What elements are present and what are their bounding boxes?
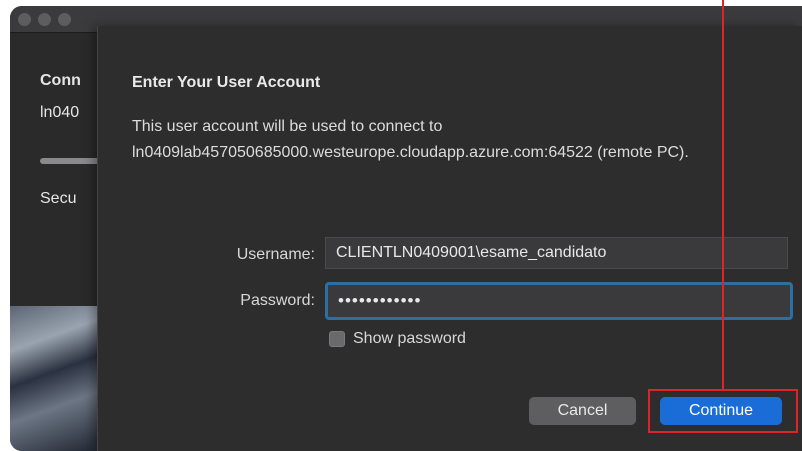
show-password-checkbox[interactable] — [329, 331, 345, 347]
show-password-label: Show password — [353, 330, 466, 347]
close-window-button[interactable] — [18, 13, 31, 26]
username-label: Username: — [236, 246, 315, 263]
show-password-option[interactable]: Show password — [329, 330, 466, 348]
background-host: ln040 — [40, 104, 80, 121]
continue-highlight-box — [648, 389, 798, 433]
background-status: Secu — [40, 190, 77, 207]
annotation-arrow-line — [722, 0, 724, 389]
background-heading: Conn — [40, 72, 81, 89]
credentials-sheet: Enter Your User Account This user accoun… — [97, 26, 802, 451]
dialog-description: This user account will be used to connec… — [132, 118, 689, 161]
minimize-window-button[interactable] — [38, 13, 51, 26]
zoom-window-button[interactable] — [58, 13, 71, 26]
username-field[interactable]: CLIENTLN0409001\esame_candidato — [325, 237, 788, 269]
password-label: Password: — [240, 292, 315, 309]
dialog-title: Enter Your User Account — [132, 74, 321, 91]
background-wallpaper — [10, 306, 110, 451]
cancel-button[interactable]: Cancel — [529, 397, 636, 425]
